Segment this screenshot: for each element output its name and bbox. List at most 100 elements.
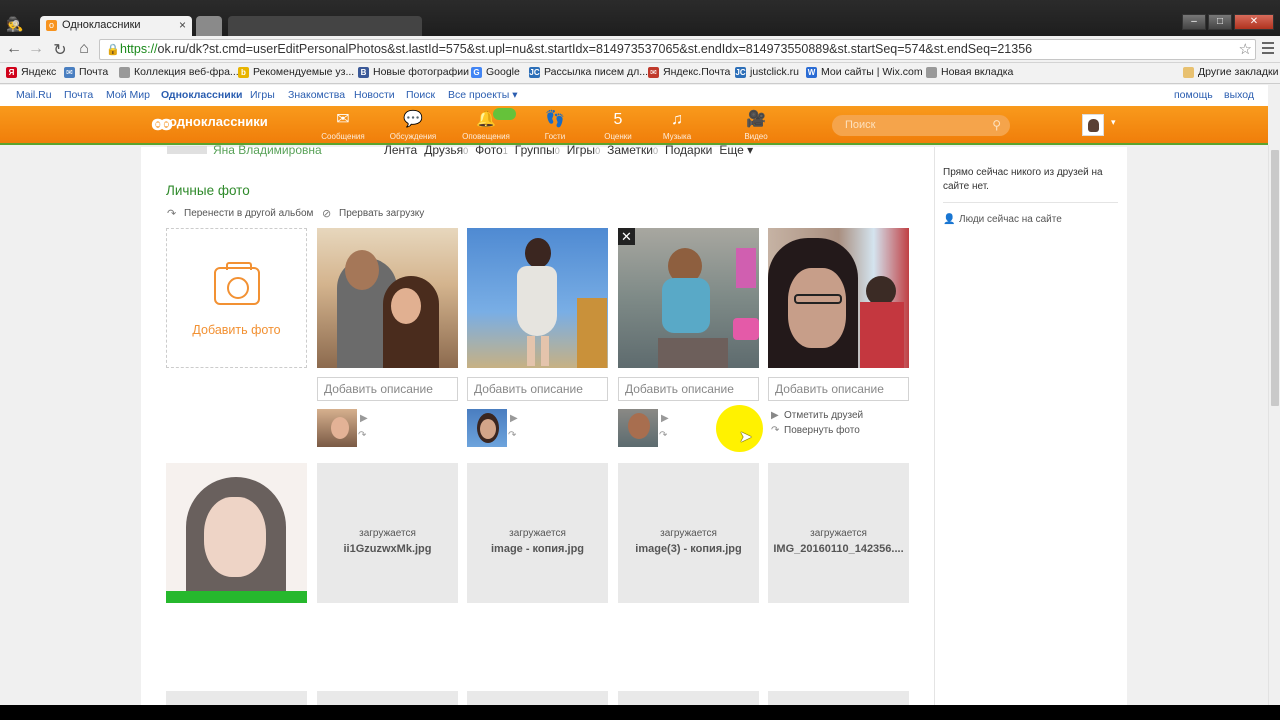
thumbnail-1 [317,409,357,447]
close-window-button[interactable]: ✕ [1234,14,1274,30]
tag-friends-icon[interactable]: ▶ [360,413,368,424]
remove-photo-icon[interactable]: ✕ [618,228,635,245]
description-input-4[interactable]: Добавить описание [768,377,909,401]
photo-portrait-uploading[interactable] [166,463,307,603]
minimize-button[interactable]: – [1182,14,1206,30]
mouse-pointer-icon: ➤ [739,429,753,446]
tag-friends-icon[interactable]: ▶ [661,413,669,424]
portal-link[interactable]: Поиск [406,89,435,101]
ratings-icon: 5 [613,111,623,128]
back-button[interactable]: ← [4,40,24,58]
sidebar-divider [943,202,1118,203]
user-avatar[interactable] [1082,114,1104,136]
profile-name[interactable]: Яна Владимировна [213,143,322,157]
rotate-photo-link[interactable]: ↷ Повернуть фото [771,425,860,436]
description-input-3[interactable]: Добавить описание [618,377,759,401]
bookmark-item[interactable]: Я Яндекс [6,66,56,78]
tag-friends-link[interactable]: ▶ Отметить друзей [771,410,863,421]
ok-nav-guests[interactable]: 👣 Гости [525,110,585,141]
tile-stub [317,691,458,705]
bookmark-favicon-icon: G [471,67,482,78]
tag-friends-label: Отметить друзей [784,410,864,421]
bookmark-star-icon[interactable]: ☆ [1239,40,1252,58]
description-input-1[interactable]: Добавить описание [317,377,458,401]
ok-nav-ratings[interactable]: 5 Оценки [588,110,648,141]
profile-tab[interactable]: Группы0 [515,143,560,157]
photo-woman-glasses[interactable] [768,228,909,368]
portal-link[interactable]: Mail.Ru [16,89,52,101]
bookmark-item[interactable]: B Новые фотографии [358,66,469,78]
bookmark-item[interactable]: b Рекомендуемые уз... [238,66,354,78]
uploading-tile-4: загружается IMG_20160110_142356.... [768,463,909,603]
avatar-menu-caret[interactable]: ▾ [1111,117,1116,128]
rotate-icon[interactable]: ↷ [508,430,516,441]
add-photo-button[interactable]: Добавить фото [166,228,307,368]
description-input-2[interactable]: Добавить описание [467,377,608,401]
tag-friends-icon[interactable]: ▶ [510,413,518,424]
profile-tab[interactable]: Фото1 [475,143,508,157]
logout-link[interactable]: выход [1224,89,1254,101]
portal-link[interactable]: Новости [354,89,395,101]
ok-logo[interactable]: ꙭ одноклассники [151,113,268,135]
profile-nav: Лента Друзья0 Фото1 Группы0 Игры0 Заметки0 Под… [384,143,760,157]
tab-odnoklassniki[interactable]: o Одноклассники × [40,16,192,36]
new-tab-button[interactable] [196,16,222,36]
add-photo-label: Добавить фото [192,323,281,337]
bookmark-item[interactable]: Новая вкладка [926,66,1013,78]
profile-tab[interactable]: Подарки [665,143,712,157]
portal-link[interactable]: Одноклассники [161,89,242,101]
ok-nav-discussions[interactable]: 💬 Обсуждения [383,110,443,141]
photo-child-playing[interactable] [618,228,759,368]
rotate-icon[interactable]: ↷ [659,430,667,441]
portal-link[interactable]: Игры [250,89,275,101]
portal-link[interactable]: Почта [64,89,93,101]
maximize-button[interactable]: □ [1208,14,1232,30]
portal-link[interactable]: Мой Мир [106,89,150,101]
bookmark-item[interactable]: Коллекция веб-фра... [119,66,239,78]
bookmark-item[interactable]: ✉ Яндекс.Почта [648,66,730,78]
photo-couple[interactable] [317,228,458,368]
address-bar[interactable]: 🔒 https://ok.ru/dk?st.cmd=userEditPerson… [99,39,1256,60]
tab-close-icon[interactable]: × [179,18,186,32]
search-icon[interactable]: ⚲ [992,118,1001,132]
forward-button[interactable]: → [26,40,46,58]
chrome-menu-icon[interactable] [1262,42,1274,57]
upload-filename: ii1GzuzwxMk.jpg [343,543,432,555]
reload-button[interactable]: ↻ [50,40,70,60]
profile-tab-count: 0 [463,146,469,156]
ok-nav-video[interactable]: 🎥 Видео [726,110,786,141]
home-button[interactable]: ⌂ [74,40,94,58]
photo-girl-dress[interactable] [467,228,608,368]
cancel-upload-action[interactable]: ⊘ Прервать загрузку [322,208,424,220]
profile-tab[interactable]: Еще ▾ [719,143,753,157]
profile-tab[interactable]: Игры0 [567,143,600,157]
bookmark-item[interactable]: W Мои сайты | Wix.com [806,66,923,78]
tile-stub [618,691,759,705]
profile-tab-count: 1 [502,146,508,156]
bookmark-label: Коллекция веб-фра... [134,66,239,78]
profile-tab[interactable]: Заметки0 [607,143,658,157]
portal-link[interactable]: Знакомства [288,89,345,101]
bookmark-item[interactable]: JC Рассылка писем дл... [529,66,648,78]
ok-nav-label: Обсуждения [389,132,437,141]
profile-tab-label: Заметки [607,143,653,157]
bookmark-item[interactable]: JC justclick.ru [735,66,799,78]
bookmark-item[interactable]: G Google [471,66,520,78]
help-link[interactable]: помощь [1174,89,1213,101]
tile-stub [768,691,909,705]
ok-search-input[interactable]: Поиск ⚲ [832,115,1010,136]
move-to-album-action[interactable]: ↷ Перенести в другой альбом [167,208,313,220]
page-scrollbar[interactable] [1268,145,1280,705]
rotate-icon[interactable]: ↷ [358,430,366,441]
other-bookmarks-folder[interactable]: Другие закладки [1183,66,1278,78]
profile-tab[interactable]: Лента [384,143,417,157]
ok-nav-messages[interactable]: ✉ Сообщения [313,110,373,141]
ok-nav-music[interactable]: ♫ Музыка [647,110,707,141]
scrollbar-thumb[interactable] [1271,150,1279,406]
people-online-link[interactable]: 👤 Люди сейчас на сайте [943,214,1062,225]
bookmark-item[interactable]: ✉ Почта [64,66,108,78]
portal-link[interactable]: Все проекты ▾ [448,89,517,101]
profile-tab[interactable]: Друзья0 [424,143,468,157]
background-tab[interactable] [228,16,422,36]
ok-nav-label: Музыка [662,132,692,141]
